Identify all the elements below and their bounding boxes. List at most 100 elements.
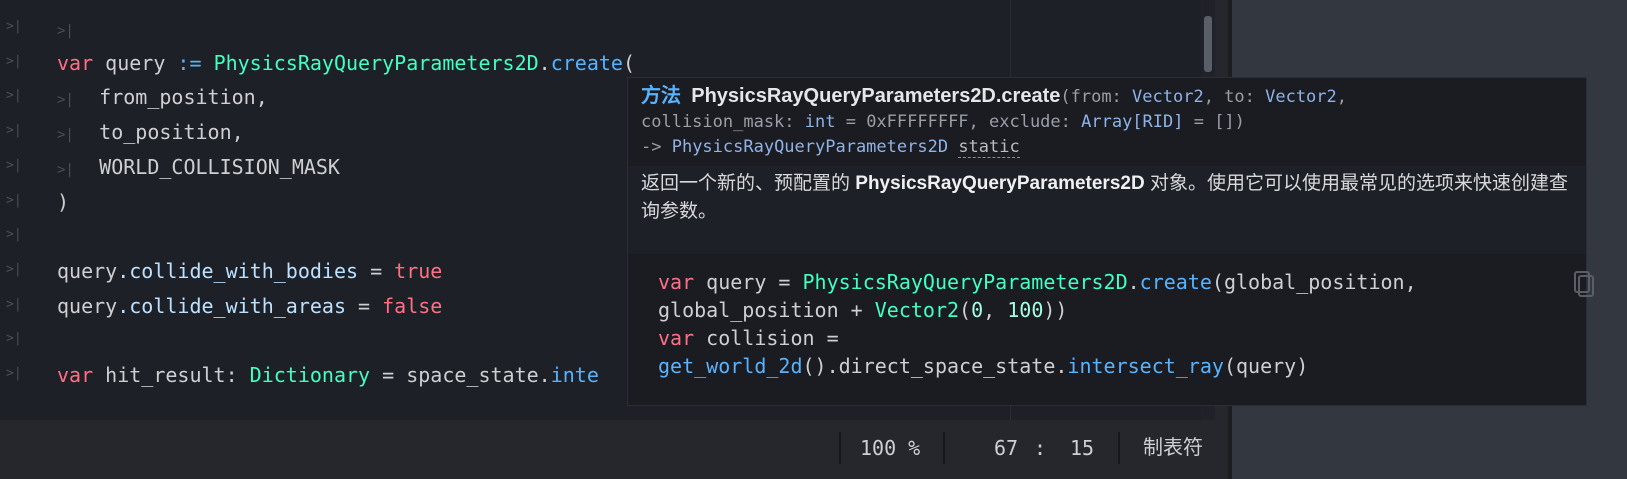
code-token: query bbox=[57, 293, 118, 318]
code-line[interactable]: >| WORLD_COLLISION_MASK bbox=[57, 149, 340, 185]
code-token: = space_state. bbox=[370, 363, 551, 387]
code-token: .collide_with_areas bbox=[117, 293, 346, 318]
cursor-line: 67 bbox=[994, 436, 1019, 460]
code-token: = bbox=[346, 293, 383, 318]
code-token: intersect_ray bbox=[1067, 354, 1224, 378]
code-token: WORLD_COLLISION_MASK bbox=[99, 154, 340, 179]
code-token: false bbox=[382, 293, 443, 318]
param-type[interactable]: Vector2 bbox=[1132, 87, 1204, 107]
param-type[interactable]: Vector2 bbox=[1265, 87, 1337, 107]
code-token: get_world_2d bbox=[658, 354, 803, 378]
tab-marker-icon: >| bbox=[6, 53, 22, 69]
code-token: ) bbox=[57, 189, 70, 214]
code-token: create bbox=[550, 50, 623, 75]
sig-text: , bbox=[1336, 87, 1348, 107]
tab-marker-icon: >| bbox=[6, 157, 22, 173]
example-line: var query = PhysicsRayQueryParameters2D.… bbox=[658, 268, 1578, 296]
code-token: 100 bbox=[1007, 298, 1044, 322]
indent-marker-icon: >| bbox=[57, 161, 100, 178]
copy-icon[interactable] bbox=[1572, 270, 1594, 298]
code-token: create bbox=[1139, 270, 1212, 294]
static-qualifier: static bbox=[958, 137, 1020, 158]
indent-marker-icon: >| bbox=[57, 127, 100, 144]
code-token: . bbox=[1127, 270, 1140, 294]
sig-text: = 0xFFFFFFFF, exclude: bbox=[835, 112, 1082, 132]
param-type[interactable]: int bbox=[805, 112, 836, 132]
code-token: var bbox=[57, 50, 94, 75]
sig-text: (from: bbox=[1060, 87, 1133, 107]
desc-class-name: PhysicsRayQueryParameters2D bbox=[855, 173, 1145, 194]
code-token: .collide_with_bodies bbox=[117, 258, 359, 283]
code-token: Vector2 bbox=[874, 298, 960, 322]
code-token: , bbox=[983, 298, 1008, 322]
code-token: var bbox=[57, 363, 94, 387]
example-line: get_world_2d().direct_space_state.inters… bbox=[658, 352, 1578, 380]
code-token: var bbox=[658, 270, 695, 294]
code-token: query = bbox=[694, 270, 803, 294]
code-token: from_position, bbox=[99, 85, 268, 110]
tab-marker-icon: >| bbox=[6, 296, 22, 312]
code-token: query bbox=[93, 50, 178, 75]
tab-marker-icon: >| bbox=[6, 123, 22, 139]
code-token: PhysicsRayQueryParameters2D bbox=[213, 50, 539, 75]
indent-marker-icon: >| bbox=[57, 23, 74, 39]
code-example: var query = PhysicsRayQueryParameters2D.… bbox=[658, 268, 1578, 380]
code-token: := bbox=[177, 50, 202, 75]
code-token: = bbox=[358, 258, 395, 283]
code-token: collision = bbox=[694, 326, 839, 350]
code-token: 0 bbox=[971, 298, 984, 322]
code-token: inte bbox=[550, 363, 599, 387]
cursor-colon: : bbox=[1034, 436, 1047, 460]
code-token: ( bbox=[622, 50, 636, 75]
code-line[interactable]: >| bbox=[57, 10, 74, 46]
code-token: var bbox=[658, 326, 695, 350]
param-type[interactable]: Array[RID] bbox=[1081, 112, 1183, 132]
cursor-column: 15 bbox=[1070, 436, 1095, 460]
tab-marker-icon: >| bbox=[6, 331, 22, 347]
code-token: query bbox=[57, 258, 118, 283]
code-token: hit_result: bbox=[93, 363, 250, 387]
method-signature: 方法 PhysicsRayQueryParameters2D.create(fr… bbox=[641, 84, 1571, 160]
sig-text: collision_mask: bbox=[641, 112, 805, 132]
tab-marker-icon: >| bbox=[6, 366, 22, 381]
code-line[interactable]: ) bbox=[57, 184, 69, 220]
code-line[interactable]: >| from_position, bbox=[57, 79, 268, 115]
indent-marker-icon: >| bbox=[57, 92, 100, 109]
return-arrow: -> bbox=[641, 137, 672, 157]
code-token: ( bbox=[959, 298, 972, 322]
example-line: global_position + Vector2(0, 100)) bbox=[658, 296, 1578, 324]
documentation-tooltip: 方法 PhysicsRayQueryParameters2D.create(fr… bbox=[627, 77, 1587, 406]
method-description: 返回一个新的、预配置的 PhysicsRayQueryParameters2D … bbox=[641, 170, 1571, 226]
code-line[interactable]: var hit_result: Dictionary = space_state… bbox=[57, 357, 599, 393]
code-token: Dictionary bbox=[249, 363, 371, 387]
member-kind: 方法 bbox=[641, 85, 681, 107]
code-token: global_position + bbox=[658, 298, 875, 322]
desc-text: 返回一个新的、预配置的 bbox=[641, 173, 856, 194]
return-type[interactable]: PhysicsRayQueryParameters2D bbox=[672, 137, 948, 157]
indent-mode[interactable]: 制表符 bbox=[1143, 430, 1203, 466]
example-line: var collision = bbox=[658, 324, 1578, 352]
vertical-scrollbar-thumb[interactable] bbox=[1204, 16, 1212, 72]
tab-marker-icon: >| bbox=[6, 192, 22, 208]
code-token: true bbox=[394, 258, 443, 283]
tab-marker-icon: >| bbox=[6, 88, 22, 104]
code-line[interactable]: query.collide_with_areas = false bbox=[57, 288, 442, 324]
code-token: ().direct_space_state. bbox=[802, 354, 1068, 378]
tab-marker-icon: >| bbox=[6, 261, 22, 277]
status-separator bbox=[839, 432, 841, 464]
code-token: PhysicsRayQueryParameters2D bbox=[802, 270, 1128, 294]
status-separator bbox=[1118, 432, 1120, 464]
sig-text: , to: bbox=[1203, 87, 1266, 107]
method-name[interactable]: PhysicsRayQueryParameters2D.create bbox=[691, 85, 1060, 107]
sig-text: = []) bbox=[1183, 112, 1245, 132]
code-token: (global_position, bbox=[1211, 270, 1417, 294]
code-token: (query) bbox=[1223, 354, 1309, 378]
code-token: . bbox=[538, 50, 551, 75]
code-line[interactable]: >| to_position, bbox=[57, 114, 244, 150]
code-line[interactable]: query.collide_with_bodies = true bbox=[57, 253, 442, 289]
tab-marker-icon: >| bbox=[6, 19, 22, 34]
zoom-level[interactable]: 100 % bbox=[860, 430, 920, 466]
code-token: to_position, bbox=[99, 120, 244, 145]
code-line[interactable]: var query := PhysicsRayQueryParameters2D… bbox=[57, 45, 635, 81]
